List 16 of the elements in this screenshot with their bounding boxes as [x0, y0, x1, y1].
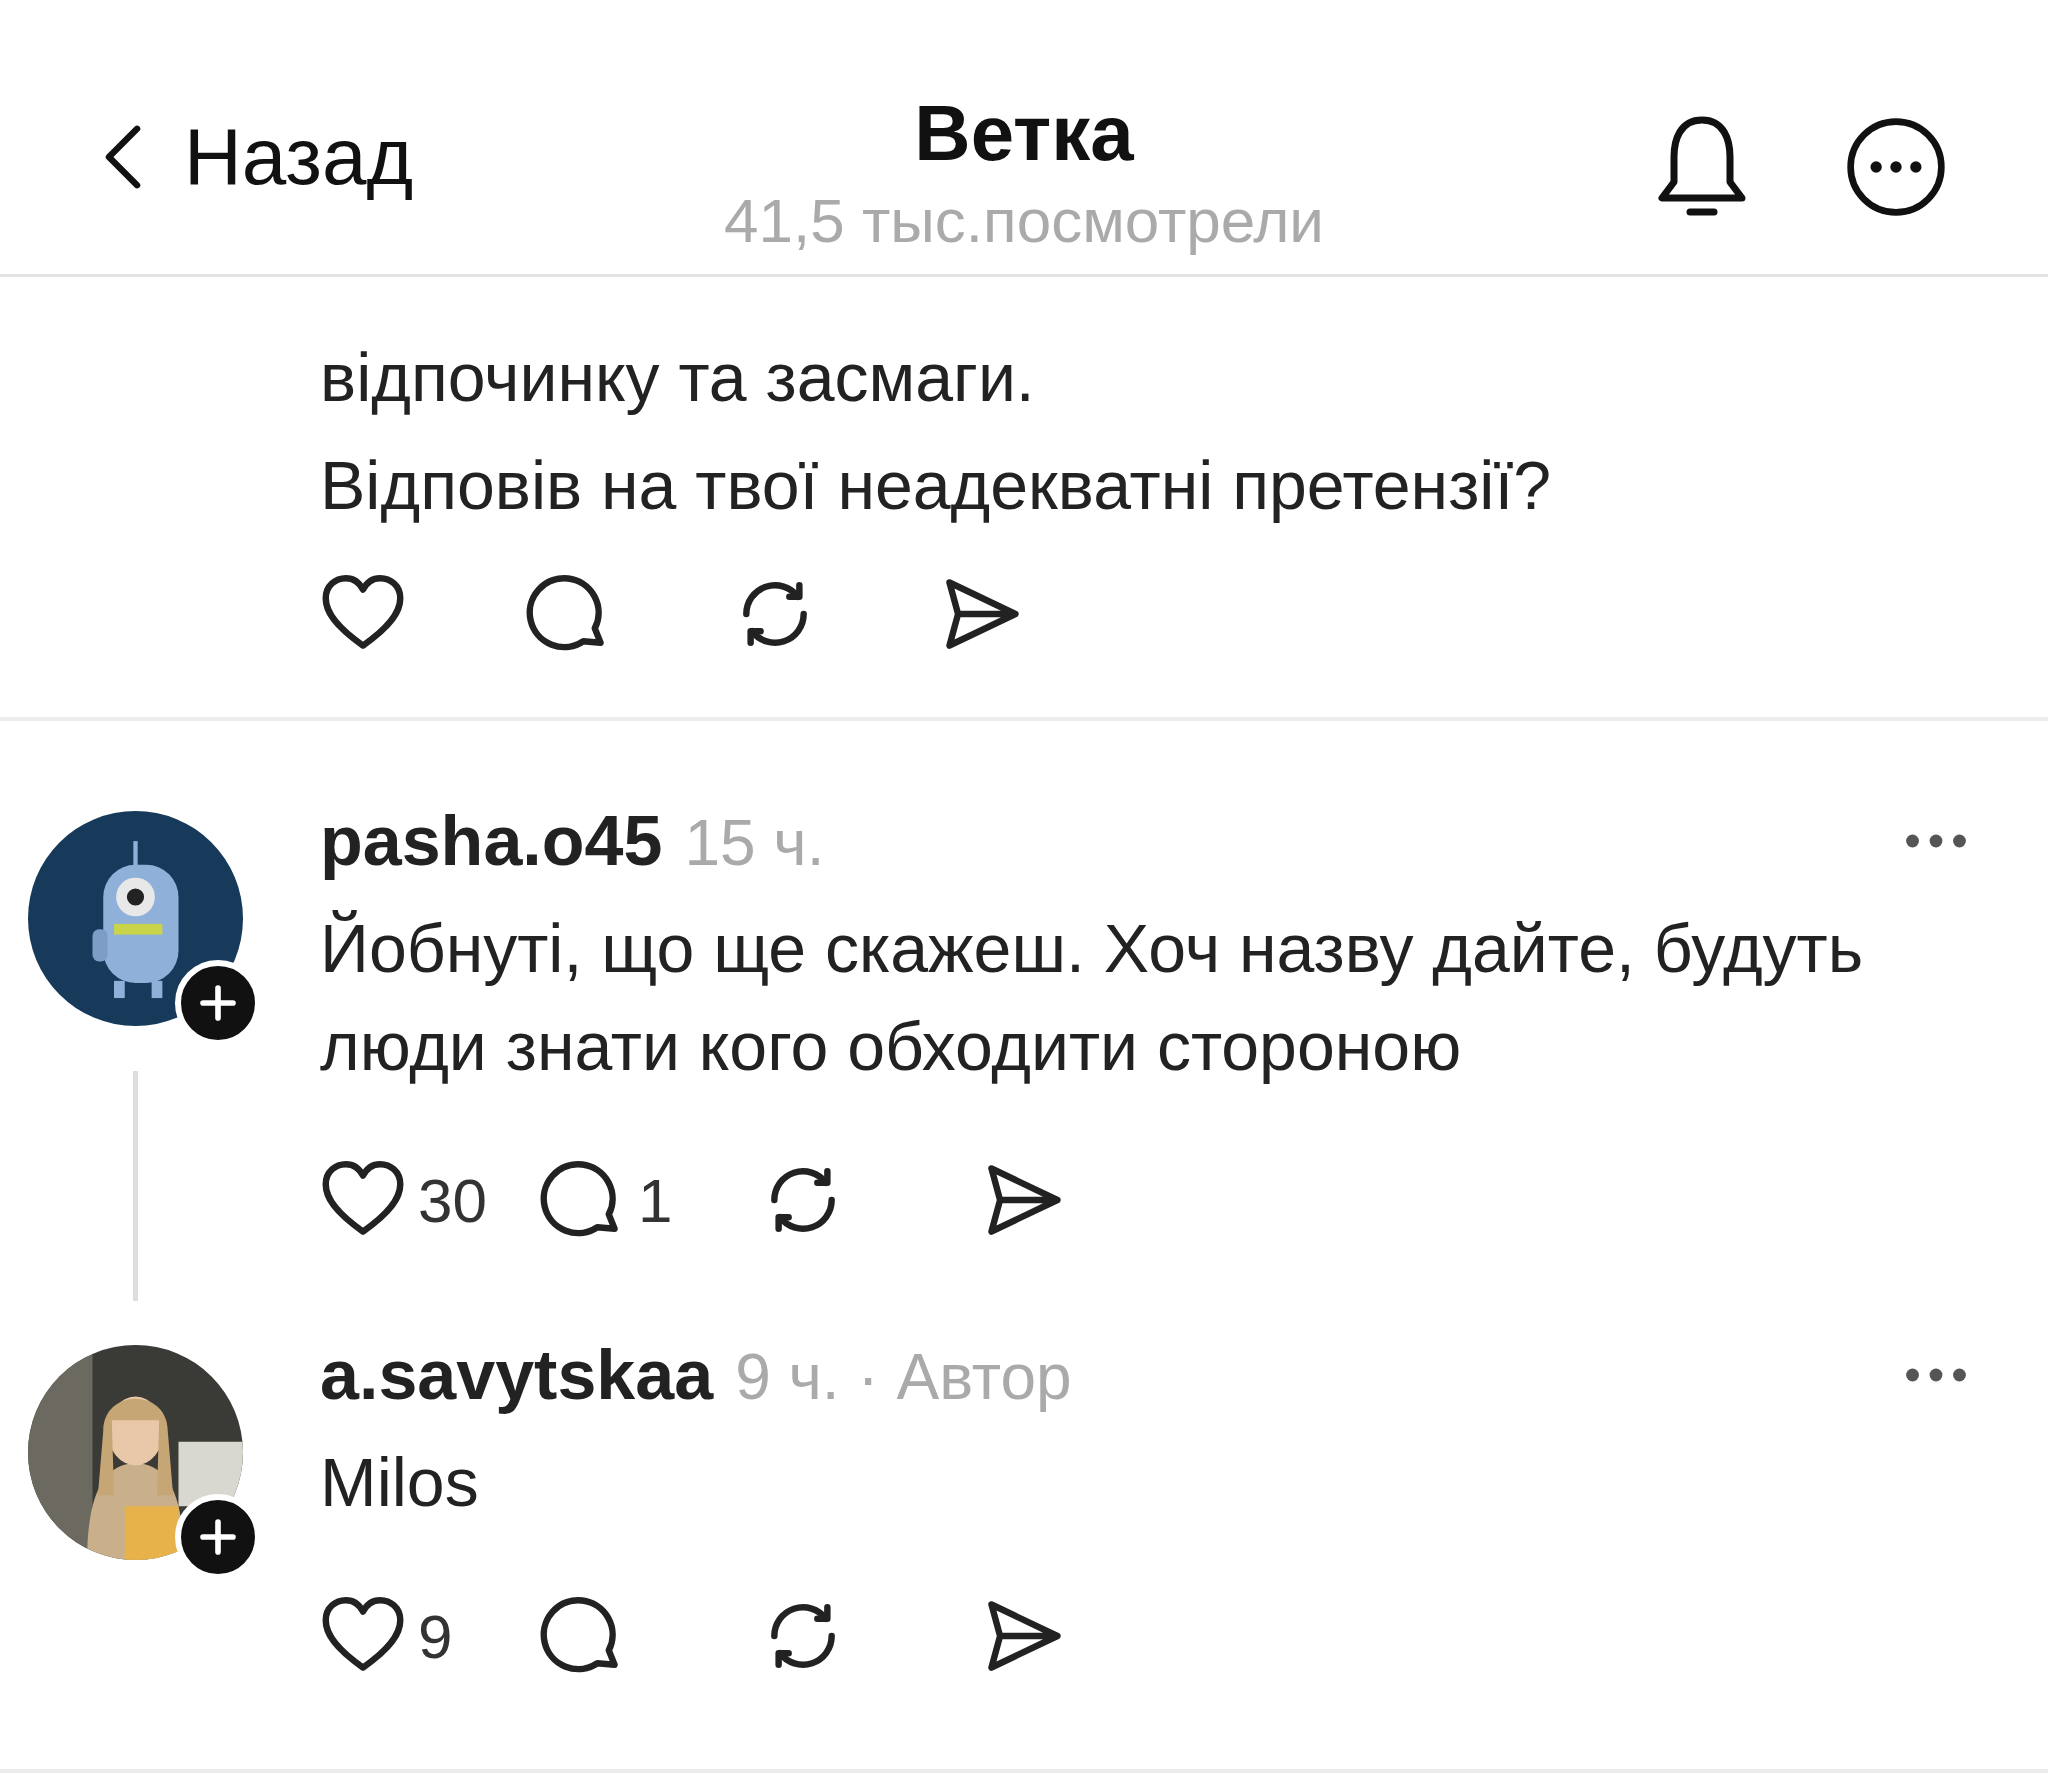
- username[interactable]: a.savytskaa: [320, 1335, 714, 1415]
- more-icon[interactable]: [1904, 832, 1968, 850]
- views-count: 41,5 тыс.посмотрели: [724, 185, 1324, 256]
- username[interactable]: pasha.o45: [320, 801, 663, 881]
- like-count: 30: [418, 1164, 487, 1236]
- reply-text: Йобнуті, що ще скажеш. Хоч назву дайте, будуть люди знати кого обходити стороною: [320, 909, 1865, 1086]
- post-meta: 15 ч.: [684, 806, 825, 880]
- post-text: відпочинку та засмаги.: [320, 338, 1036, 417]
- post-meta: 9 ч. · Автор: [735, 1340, 1072, 1414]
- back-button[interactable]: Назад: [102, 111, 414, 203]
- thread-title: Ветка: [914, 88, 1134, 179]
- more-icon[interactable]: [1904, 1366, 1968, 1384]
- comment-count: 1: [638, 1164, 673, 1236]
- like-count: 9: [418, 1600, 453, 1672]
- reply-text: Milos: [320, 1443, 480, 1522]
- post-text: Відповів на твої неадекватні претензії?: [320, 446, 1553, 525]
